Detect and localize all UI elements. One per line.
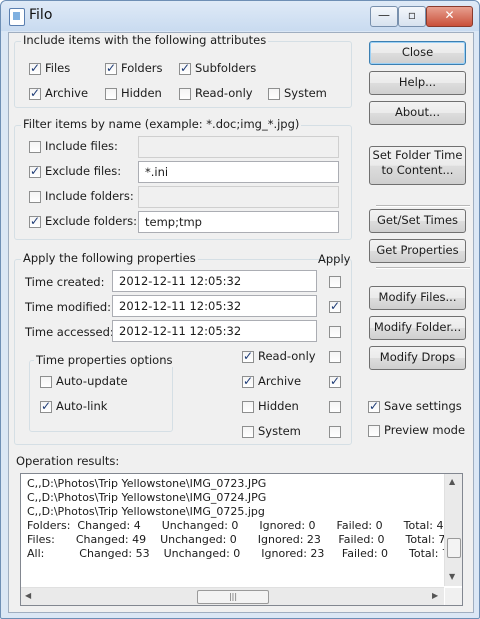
about-button[interactable]: About... (369, 101, 466, 125)
apply-time-modified-checkbox[interactable] (329, 299, 341, 313)
modify-drops-button[interactable]: Modify Drops (369, 346, 466, 370)
results-label: Operation results: (16, 454, 120, 468)
include-files-label: Include files: (45, 139, 118, 153)
auto-update-checkbox[interactable] (40, 376, 52, 388)
horizontal-scrollbar[interactable]: ◀ ||| ▶ (21, 587, 444, 605)
close-button[interactable]: Close (369, 41, 466, 65)
system-checkbox[interactable] (268, 88, 280, 100)
save-settings-label: Save settings (384, 399, 462, 413)
exclude-folders-input[interactable]: temp;tmp (138, 211, 339, 233)
get-properties-button[interactable]: Get Properties (369, 239, 466, 263)
time-accessed-label: Time accessed: (25, 325, 114, 339)
title-bar[interactable]: Filo — ▫ ✕ (1, 1, 479, 31)
filter-group-label: Filter items by name (example: *.doc;img… (21, 117, 302, 131)
time-created-label: Time created: (25, 275, 105, 289)
time-modified-label: Time modified: (25, 300, 112, 314)
set-folder-time-line1: Set Folder Time (372, 148, 463, 162)
set-folder-time-line2: to Content... (381, 163, 454, 177)
time-created-input[interactable]: 2012-12-11 12:05:32 (112, 270, 317, 292)
apply-system-checkbox[interactable] (329, 426, 341, 438)
include-folders-label: Include folders: (45, 189, 134, 203)
auto-link-label: Auto-link (56, 399, 108, 413)
hidden-checkbox[interactable] (105, 88, 117, 100)
include-files-checkbox[interactable] (29, 141, 41, 153)
folders-label: Folders (121, 61, 163, 75)
read-only-checkbox[interactable] (179, 88, 191, 100)
result-line: Folders: Changed: 4 Unchanged: 0 Ignored… (27, 519, 444, 532)
scroll-right-icon[interactable]: ▶ (432, 591, 438, 600)
vertical-scrollbar[interactable]: ▲ ▼ (444, 474, 462, 586)
app-icon (9, 8, 25, 26)
include-folders-input[interactable] (138, 186, 339, 208)
subfolders-checkbox[interactable] (179, 61, 191, 75)
system-label: System (284, 86, 327, 100)
vertical-scroll-thumb[interactable] (447, 538, 461, 558)
save-settings-checkbox[interactable] (368, 399, 380, 413)
apply-time-accessed-checkbox[interactable] (329, 326, 341, 338)
prop-system-checkbox[interactable] (242, 426, 254, 438)
scroll-left-icon[interactable]: ◀ (25, 591, 31, 600)
read-only-label: Read-only (195, 86, 253, 100)
result-line: C,,D:\Photos\Trip Yellowstone\IMG_0723.J… (27, 477, 267, 490)
scroll-down-icon[interactable]: ▼ (449, 572, 455, 581)
set-folder-time-button[interactable]: Set Folder Time to Content... (369, 146, 466, 185)
archive-checkbox[interactable] (29, 86, 41, 100)
prop-read-only-checkbox[interactable] (242, 349, 254, 363)
prop-read-only-label: Read-only (258, 349, 316, 363)
files-label: Files (45, 61, 71, 75)
apply-column-label: Apply (318, 252, 351, 266)
apply-archive-checkbox[interactable] (329, 374, 341, 388)
maximize-button[interactable]: ▫ (398, 6, 426, 27)
get-set-times-button[interactable]: Get/Set Times (369, 209, 466, 233)
exclude-files-label: Exclude files: (45, 164, 122, 178)
minimize-button[interactable]: — (370, 6, 398, 27)
time-options-label: Time properties options (34, 353, 175, 367)
time-options-group (29, 360, 173, 432)
prop-hidden-checkbox[interactable] (242, 401, 254, 413)
archive-label: Archive (45, 86, 89, 100)
attributes-group-label: Include items with the following attribu… (21, 33, 269, 47)
horizontal-scroll-thumb[interactable]: ||| (197, 590, 269, 604)
scroll-corner (445, 588, 462, 605)
include-files-input[interactable] (138, 136, 339, 158)
apply-read-only-checkbox[interactable] (329, 351, 341, 363)
properties-group-label: Apply the following properties (21, 251, 198, 265)
apply-time-created-checkbox[interactable] (329, 276, 341, 288)
folders-checkbox[interactable] (105, 61, 117, 75)
dialog-client: Include items with the following attribu… (8, 32, 474, 613)
include-folders-checkbox[interactable] (29, 191, 41, 203)
result-line: Files: Changed: 49 Unchanged: 0 Ignored:… (27, 533, 453, 546)
apply-hidden-checkbox[interactable] (329, 401, 341, 413)
auto-link-checkbox[interactable] (40, 399, 52, 413)
exclude-files-checkbox[interactable] (29, 164, 41, 178)
subfolders-label: Subfolders (195, 61, 257, 75)
time-modified-input[interactable]: 2012-12-11 12:05:32 (112, 295, 317, 317)
preview-mode-checkbox[interactable] (368, 425, 380, 437)
files-checkbox[interactable] (29, 61, 41, 75)
prop-archive-label: Archive (258, 374, 302, 388)
result-line: C,,D:\Photos\Trip Yellowstone\IMG_0725.j… (27, 505, 265, 518)
exclude-folders-checkbox[interactable] (29, 214, 41, 228)
prop-archive-checkbox[interactable] (242, 374, 254, 388)
help-button[interactable]: Help... (369, 71, 466, 95)
separator-1 (376, 205, 470, 207)
modify-files-button[interactable]: Modify Files... (369, 286, 466, 310)
exclude-folders-label: Exclude folders: (45, 214, 137, 228)
prop-hidden-label: Hidden (258, 399, 299, 413)
auto-update-label: Auto-update (56, 374, 128, 388)
scroll-up-icon[interactable]: ▲ (449, 477, 455, 486)
preview-mode-label: Preview mode (384, 423, 466, 437)
prop-system-label: System (258, 424, 301, 438)
window-title: Filo (29, 7, 53, 23)
modify-folder-button[interactable]: Modify Folder... (369, 316, 466, 340)
exclude-files-input[interactable]: *.ini (138, 161, 339, 183)
separator-2 (376, 267, 470, 269)
result-line: C,,D:\Photos\Trip Yellowstone\IMG_0724.J… (27, 491, 267, 504)
results-list[interactable]: C,,D:\Photos\Trip Yellowstone\IMG_0723.J… (20, 473, 463, 606)
result-line: All: Changed: 53 Unchanged: 0 Ignored: 2… (27, 547, 456, 560)
time-accessed-input[interactable]: 2012-12-11 12:05:32 (112, 320, 317, 342)
hidden-label: Hidden (121, 86, 162, 100)
app-window: Filo — ▫ ✕ Include items with the follow… (0, 0, 480, 619)
close-window-button[interactable]: ✕ (426, 6, 473, 27)
